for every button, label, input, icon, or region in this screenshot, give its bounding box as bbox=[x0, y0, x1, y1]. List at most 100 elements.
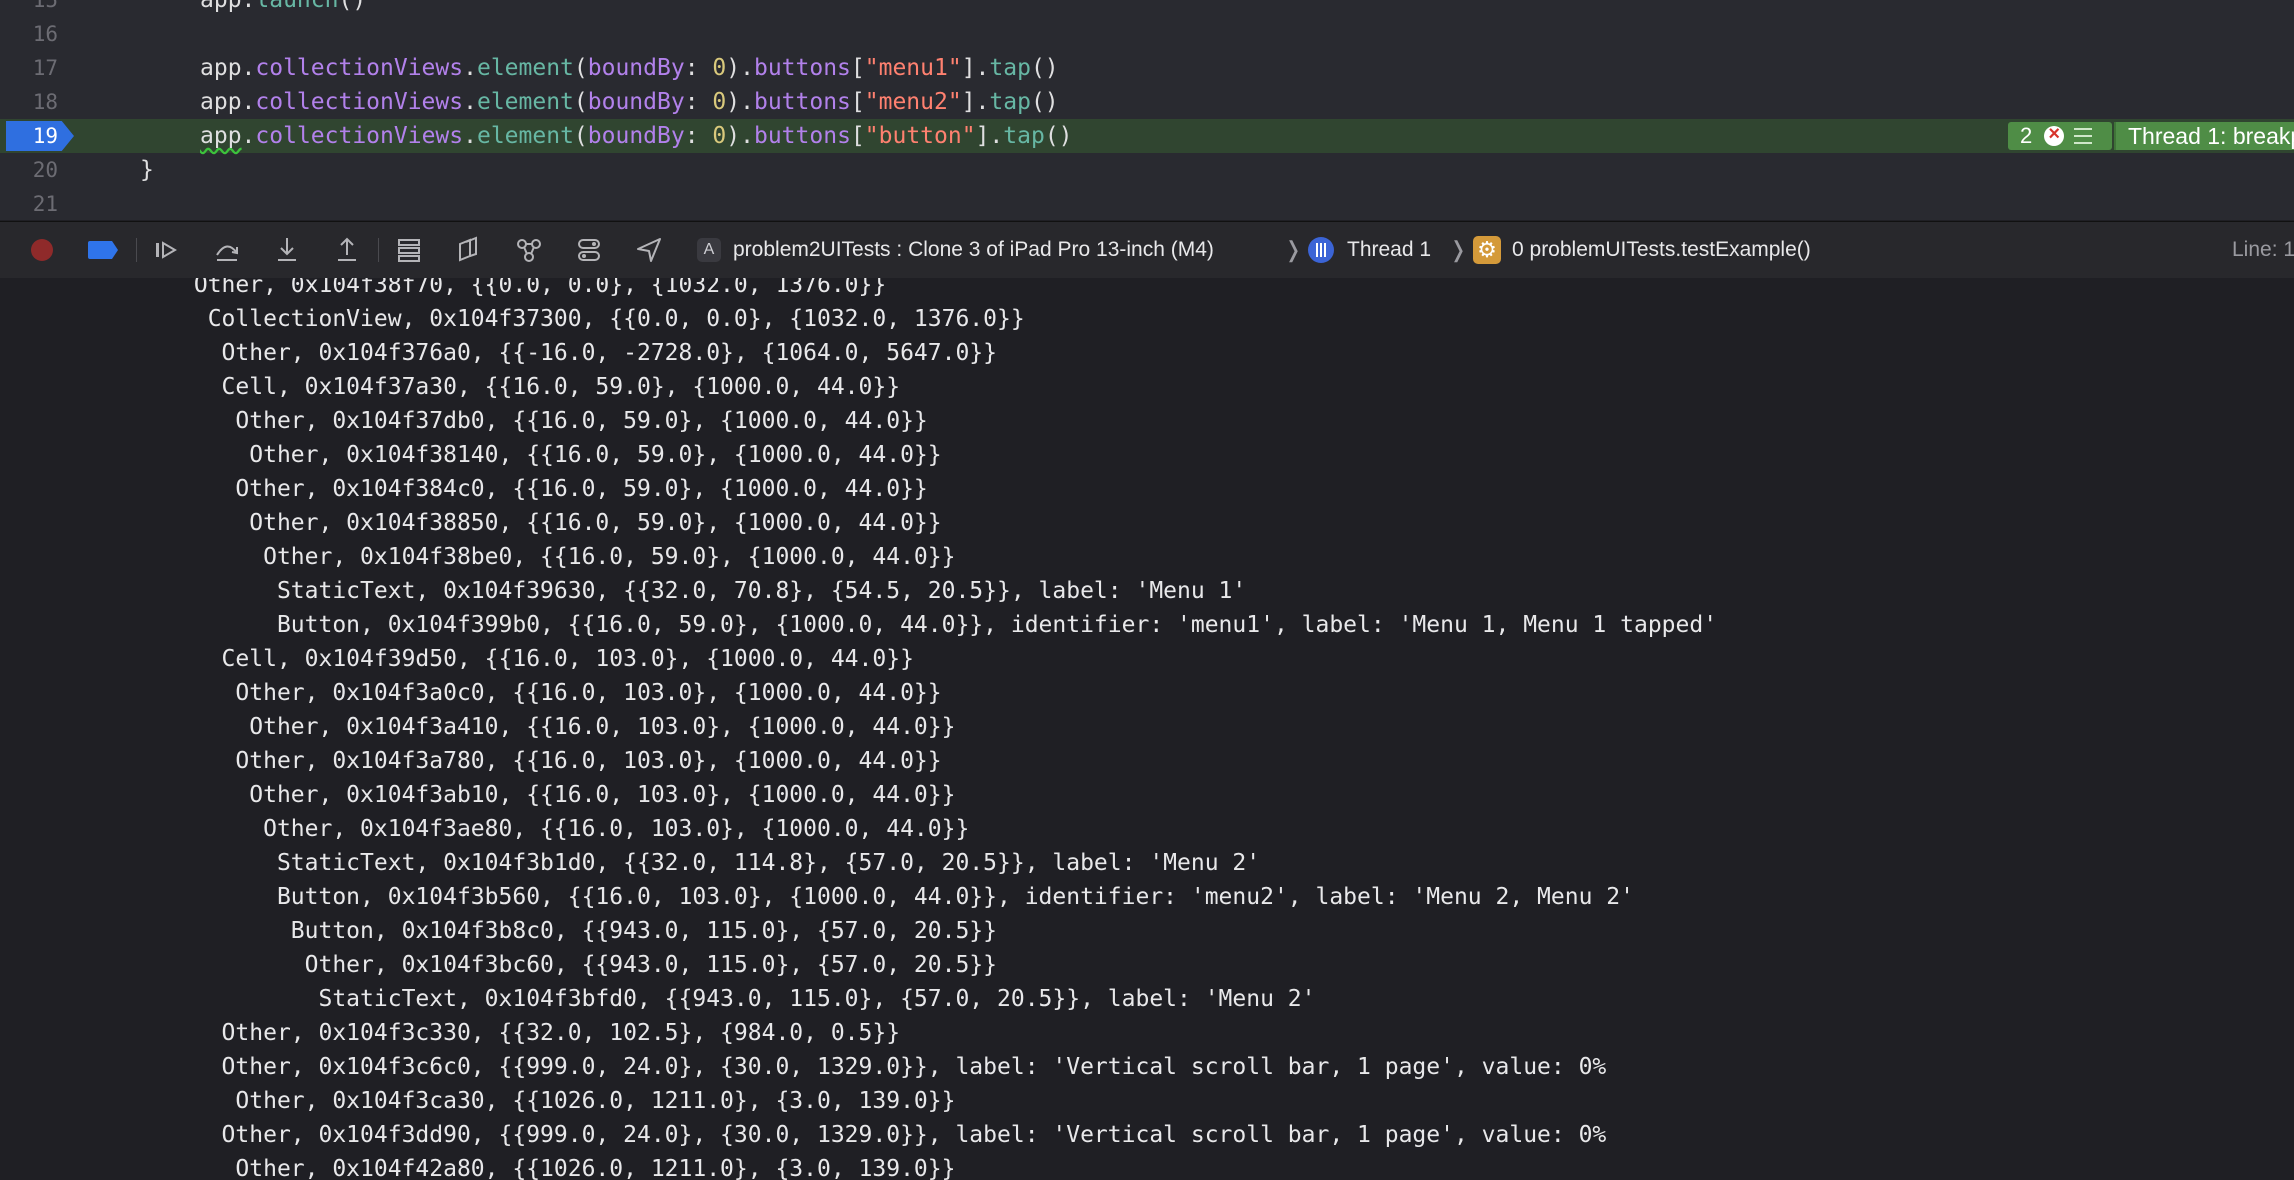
code-token: . bbox=[463, 123, 477, 149]
code-token: buttons bbox=[753, 89, 851, 115]
console-line: Other, 0x104f38be0, {{16.0, 59.0}, {1000… bbox=[0, 544, 956, 570]
step-over-button[interactable] bbox=[210, 236, 244, 264]
environment-overrides-button[interactable] bbox=[572, 236, 606, 264]
environment-overrides-icon bbox=[578, 239, 600, 261]
console-line: Button, 0x104f3b560, {{16.0, 103.0}, {10… bbox=[0, 884, 1634, 910]
code-token: "menu2" bbox=[864, 89, 962, 115]
code-token: buttons bbox=[753, 55, 851, 81]
console-line: Other, 0x104f384c0, {{16.0, 59.0}, {1000… bbox=[0, 476, 928, 502]
code-token: [ bbox=[850, 89, 865, 115]
code-text: } bbox=[140, 153, 154, 187]
simulate-location-button[interactable] bbox=[632, 236, 666, 264]
code-token: tap bbox=[989, 55, 1031, 81]
code-line[interactable]: 15 app.launch() bbox=[0, 0, 2294, 17]
code-token: () bbox=[1030, 89, 1059, 115]
continue-icon bbox=[156, 241, 177, 259]
code-token: () bbox=[338, 0, 367, 13]
console-line: Other, 0x104f42a80, {{1026.0, 1211.0}, {… bbox=[0, 1156, 956, 1180]
thread-label[interactable]: Thread 1 bbox=[1347, 234, 1431, 266]
step-over-icon bbox=[216, 245, 238, 261]
code-token: buttons bbox=[753, 123, 851, 149]
line-number: 20 bbox=[32, 158, 58, 182]
console-line: Other, 0x104f3c6c0, {{999.0, 24.0}, {30.… bbox=[0, 1054, 1607, 1080]
scheme-destination-label[interactable]: problem2UITests : Clone 3 of iPad Pro 13… bbox=[733, 234, 1214, 266]
code-token: boundBy bbox=[587, 123, 685, 149]
debug-bar: A problem2UITests : Clone 3 of iPad Pro … bbox=[0, 221, 2294, 279]
console-line: Cell, 0x104f37a30, {{16.0, 59.0}, {1000.… bbox=[0, 374, 901, 400]
code-token: 0 bbox=[712, 89, 727, 115]
code-line[interactable]: 18 app.collectionViews.element(boundBy: 0… bbox=[0, 85, 2294, 119]
separator bbox=[136, 238, 137, 262]
code-token: . bbox=[241, 123, 256, 149]
source-editor[interactable]: 15 app.launch() 16 17 app.collectionViews.el… bbox=[0, 0, 2294, 220]
console-line: StaticText, 0x104f39630, {{32.0, 70.8}, … bbox=[0, 578, 1247, 604]
console-line: Other, 0x104f3dd90, {{999.0, 24.0}, {30.… bbox=[0, 1122, 1607, 1148]
code-token: collectionViews bbox=[255, 55, 464, 81]
code-text: app.collectionViews.element(boundBy: 0).… bbox=[200, 85, 1059, 119]
code-token: ( bbox=[573, 89, 588, 115]
stop-circle-icon bbox=[31, 239, 53, 261]
console-line: Other, 0x104f3bc60, {{943.0, 115.0}, {57… bbox=[0, 952, 997, 978]
code-line[interactable]: 21 bbox=[0, 187, 2294, 220]
step-out-button[interactable] bbox=[330, 236, 364, 264]
code-token: : bbox=[684, 55, 713, 81]
code-token: "menu1" bbox=[864, 55, 962, 81]
hide-debug-area-button[interactable] bbox=[28, 236, 56, 264]
code-token: ). bbox=[726, 89, 754, 115]
console-line: Other, 0x104f37db0, {{16.0, 59.0}, {1000… bbox=[0, 408, 928, 434]
console-line: Button, 0x104f3b8c0, {{943.0, 115.0}, {5… bbox=[0, 918, 997, 944]
thread-breakpoint-banner: Thread 1: breakpoint bbox=[2114, 122, 2294, 150]
line-number: 18 bbox=[32, 90, 58, 114]
line-indicator: Line: 19 bbox=[2232, 238, 2294, 261]
view-hierarchy-button[interactable] bbox=[392, 236, 426, 264]
chevron-right-icon: ❭ bbox=[1284, 237, 1303, 262]
step-into-button[interactable] bbox=[270, 236, 304, 264]
line-number: 19 bbox=[32, 124, 58, 148]
console-line: Button, 0x104f399b0, {{16.0, 59.0}, {100… bbox=[0, 612, 1718, 638]
code-line[interactable]: 20} bbox=[0, 153, 2294, 187]
code-token: ( bbox=[573, 55, 588, 81]
code-token: : bbox=[684, 89, 713, 115]
code-token: boundBy bbox=[587, 89, 685, 115]
code-token: () bbox=[1030, 55, 1059, 81]
console-line: Other, 0x104f3ca30, {{1026.0, 1211.0}, {… bbox=[0, 1088, 956, 1114]
console-line: Other, 0x104f38f70, {{0.0, 0.0}, {1032.0… bbox=[0, 278, 887, 298]
code-token: [ bbox=[850, 123, 865, 149]
code-line[interactable]: 16 bbox=[0, 17, 2294, 51]
error-icon bbox=[2044, 123, 2065, 146]
code-token: ]. bbox=[961, 89, 990, 115]
continue-button[interactable] bbox=[150, 236, 184, 264]
code-token: "button" bbox=[864, 123, 976, 149]
console-line: StaticText, 0x104f3b1d0, {{32.0, 114.8},… bbox=[0, 850, 1261, 876]
code-token: app bbox=[200, 123, 242, 149]
code-token: . bbox=[463, 55, 477, 81]
issue-badge[interactable]: 2 bbox=[2008, 122, 2112, 150]
code-line-current[interactable]: 19 app.collectionViews.element(boundBy: 0… bbox=[0, 119, 2294, 153]
stack-frame-label[interactable]: 0 problemUITests.testExample() bbox=[1512, 234, 1811, 266]
code-token: collectionViews bbox=[255, 89, 464, 115]
breakpoint-icon bbox=[88, 241, 118, 259]
location-arrow-icon bbox=[637, 238, 661, 262]
breakpoints-toggle-button[interactable] bbox=[88, 236, 118, 264]
code-line[interactable]: 17 app.collectionViews.element(boundBy: 0… bbox=[0, 51, 2294, 85]
step-into-icon bbox=[278, 238, 296, 261]
console-line: StaticText, 0x104f3bfd0, {{943.0, 115.0}… bbox=[0, 986, 1316, 1012]
debug-console[interactable]: Other, 0x104f38f70, {{0.0, 0.0}, {1032.0… bbox=[0, 278, 2294, 1180]
view-hierarchy-icon bbox=[398, 239, 420, 262]
code-token: element bbox=[476, 55, 574, 81]
line-number: 15 bbox=[32, 0, 58, 12]
console-line: Other, 0x104f3a0c0, {{16.0, 103.0}, {100… bbox=[0, 680, 942, 706]
code-token: ). bbox=[726, 123, 754, 149]
code-token: [ bbox=[850, 55, 865, 81]
console-line: Other, 0x104f3ae80, {{16.0, 103.0}, {100… bbox=[0, 816, 970, 842]
view-debugger-button[interactable] bbox=[452, 236, 486, 264]
console-line: Other, 0x104f3a410, {{16.0, 103.0}, {100… bbox=[0, 714, 956, 740]
code-token: 0 bbox=[712, 123, 727, 149]
memory-graph-button[interactable] bbox=[512, 236, 546, 264]
code-token: boundBy bbox=[587, 55, 685, 81]
code-token: ). bbox=[726, 55, 754, 81]
console-line: Other, 0x104f38140, {{16.0, 59.0}, {1000… bbox=[0, 442, 942, 468]
line-number: 21 bbox=[32, 192, 58, 216]
console-line: Other, 0x104f3ab10, {{16.0, 103.0}, {100… bbox=[0, 782, 956, 808]
console-line: Other, 0x104f3c330, {{32.0, 102.5}, {984… bbox=[0, 1020, 901, 1046]
